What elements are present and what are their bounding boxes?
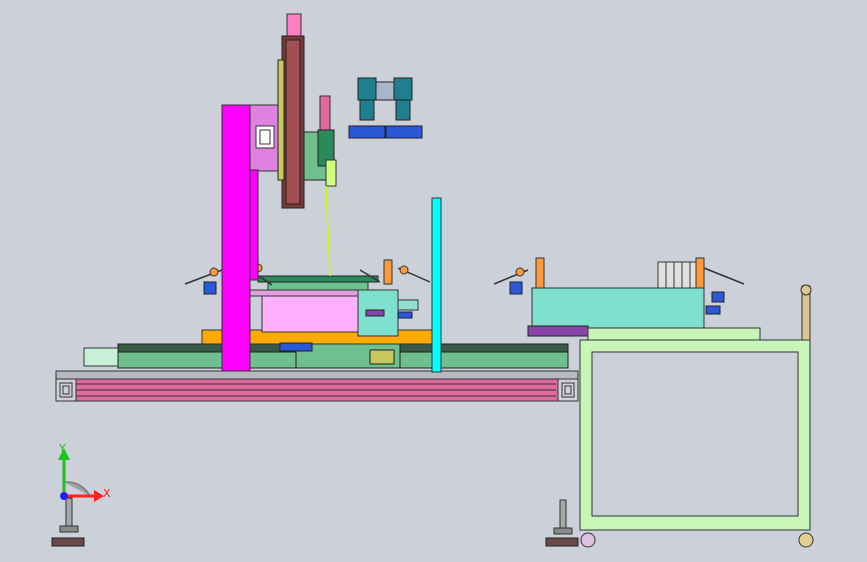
leveling-feet[interactable] — [51, 497, 579, 547]
cad-viewport[interactable]: Y X — [0, 0, 867, 562]
work-box[interactable] — [247, 275, 419, 337]
camera-pair[interactable] — [348, 77, 423, 139]
right-fixture-station[interactable] — [493, 257, 761, 341]
z-axis-module[interactable] — [277, 13, 337, 277]
z-axis-dot — [60, 492, 68, 500]
axis-triad: Y X — [58, 442, 111, 502]
x-axis-label: X — [103, 487, 111, 500]
cad-assembly-drawing[interactable]: Y X — [0, 0, 867, 562]
base-frame[interactable] — [55, 370, 579, 402]
y-axis-label: Y — [58, 442, 66, 455]
cyan-post[interactable] — [431, 197, 442, 373]
